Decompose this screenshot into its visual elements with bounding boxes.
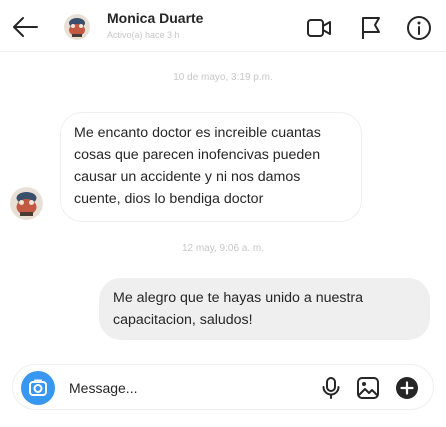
message-composer [12,364,434,410]
back-arrow-icon[interactable] [10,14,40,40]
add-circle-icon[interactable] [394,375,420,401]
video-call-icon[interactable] [306,15,332,41]
chat-header: Monica Duarte Activo(a) hace 3 h [0,0,446,52]
contact-avatar[interactable] [64,14,90,40]
flag-icon[interactable] [358,15,384,41]
image-icon[interactable] [355,375,381,401]
message-timestamp: 12 may, 9:06 a. m. [181,243,265,254]
contact-name[interactable]: Monica Duarte [107,10,203,26]
outgoing-message-bubble[interactable]: Me alegro que te hayas unido a nuestra c… [99,278,430,340]
message-timestamp: 10 de mayo, 3:19 p.m. [173,72,273,83]
info-icon[interactable] [406,15,432,41]
message-input[interactable] [69,378,289,398]
incoming-message-bubble[interactable]: Me encanto doctor es increible cuantas c… [60,112,362,222]
camera-icon[interactable] [21,371,55,405]
active-status: Activo(a) hace 3 h [107,30,180,40]
microphone-icon[interactable] [318,375,344,401]
sender-avatar[interactable] [10,187,43,220]
